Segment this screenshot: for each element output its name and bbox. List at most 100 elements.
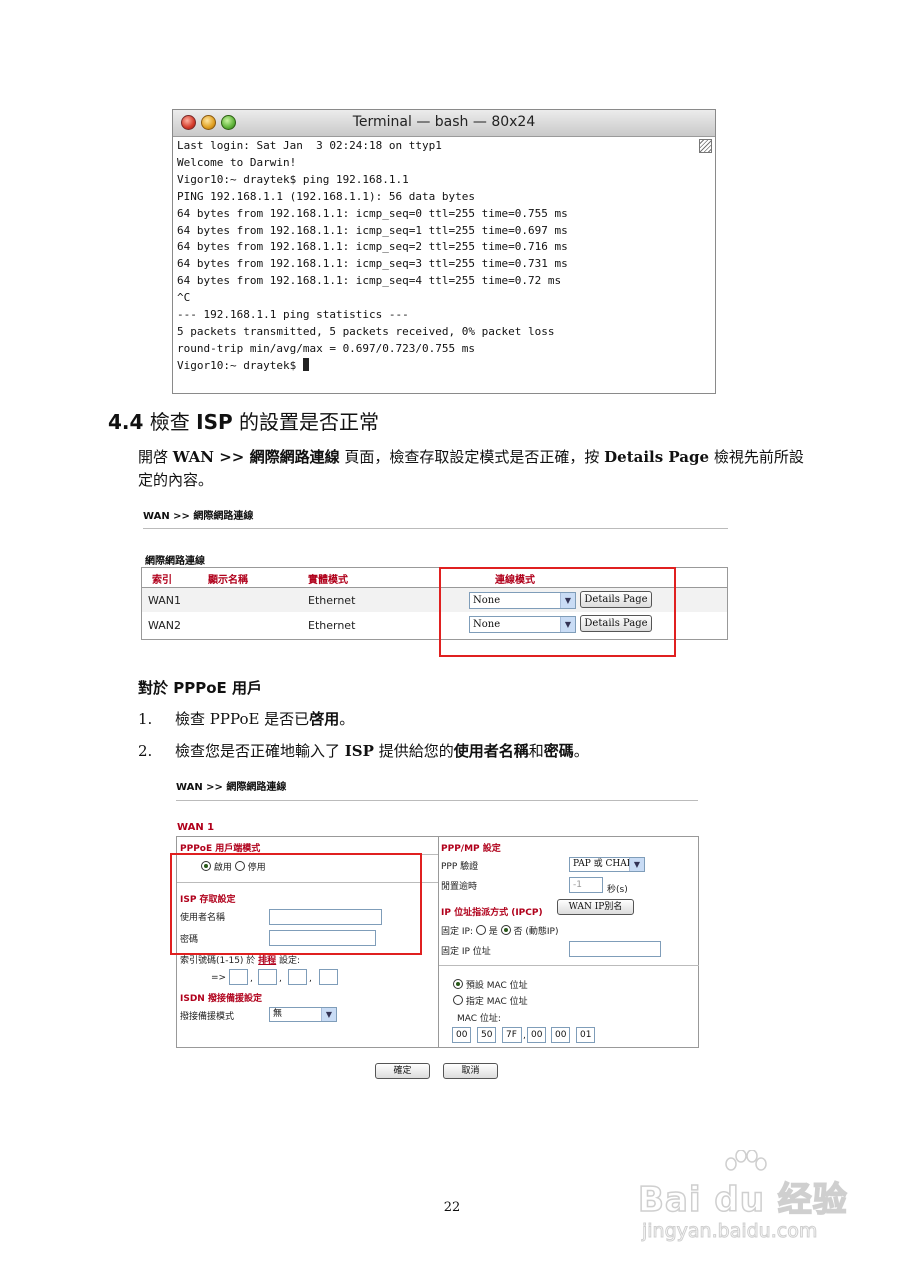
ok-button[interactable]: 確定 (375, 1063, 430, 1079)
mac-octet-input[interactable]: 00 (452, 1027, 471, 1043)
terminal-line: Vigor10:~ draytek$ ping 192.168.1.1 (177, 172, 409, 186)
terminal-line: Welcome to Darwin! (177, 155, 297, 169)
idle-timeout-input[interactable]: -1 (569, 877, 603, 893)
arrow-label: => (211, 973, 227, 983)
idle-timeout-label: 閒置逾時 (441, 882, 478, 892)
terminal-line: 64 bytes from 192.168.1.1: icmp_seq=4 tt… (177, 274, 562, 288)
section-number: 4.4 (108, 410, 144, 434)
row-mode: Ethernet (308, 594, 356, 607)
step-bold: 啓用 (309, 710, 340, 728)
row-index: WAN1 (148, 594, 182, 607)
radio-icon (453, 995, 463, 1005)
schedule-index-input-3[interactable] (288, 969, 307, 985)
fixed-ip-address-input[interactable] (569, 941, 661, 957)
radio-label: 指定 MAC 位址 (465, 997, 528, 1007)
text-cursor (302, 357, 309, 371)
default-mac-radio[interactable]: 預設 MAC 位址 (453, 978, 528, 991)
watermark-logo: Bai du 经验 (637, 1179, 848, 1221)
dynamic-label: (動態IP) (525, 927, 559, 937)
cancel-button[interactable]: 取消 (443, 1063, 498, 1079)
config-breadcrumb: WAN >> 網際網路連線 (176, 782, 287, 793)
section-paragraph: 開啓 WAN >> 網際網路連線 頁面，檢查存取設定模式是否正確，按 Detai… (138, 446, 806, 492)
mac-octet-input[interactable]: 00 (527, 1027, 546, 1043)
radio-label: 是 (488, 927, 498, 937)
step-number: 1. (138, 710, 153, 728)
heading-pppoe: PPPoE (173, 679, 227, 697)
highlight-box (170, 853, 422, 955)
terminal-line: 64 bytes from 192.168.1.1: icmp_seq=2 tt… (177, 240, 568, 254)
radio-selected-icon[interactable] (500, 925, 511, 935)
section-title-isp: ISP (196, 410, 233, 434)
step-text: 。 (573, 742, 589, 760)
terminal-line: 5 packets transmitted, 5 packets receive… (177, 324, 555, 338)
schedule-index-input-2[interactable] (258, 969, 277, 985)
para-wan-menu: WAN >> 網際網路連線 (172, 448, 340, 466)
comma: , (250, 974, 253, 984)
wan-breadcrumb: WAN >> 網際網路連線 (143, 511, 254, 522)
terminal-line: Last login: Sat Jan 3 02:24:18 on ttyp1 (177, 139, 442, 152)
terminal-line: --- 192.168.1.1 ping statistics --- (177, 308, 409, 322)
specify-mac-radio[interactable]: 指定 MAC 位址 (453, 994, 528, 1007)
pppoe-heading: 對於 PPPoE 用戶 (138, 677, 262, 698)
terminal-line: 64 bytes from 192.168.1.1: icmp_seq=0 tt… (177, 206, 568, 220)
mac-octet-input[interactable]: 50 (477, 1027, 496, 1043)
idle-unit: 秒(s) (607, 885, 628, 895)
terminal-prompt-line[interactable]: Vigor10:~ draytek$ (177, 357, 695, 375)
fixed-ip-label: 固定 IP: (441, 927, 473, 937)
heading-text: 對於 (138, 679, 174, 697)
step-bold: ISP (344, 742, 374, 760)
radio-label: 預設 MAC 位址 (465, 981, 528, 991)
isdn-title: ISDN 撥接備援設定 (180, 994, 262, 1004)
terminal-line: round-trip min/avg/max = 0.697/0.723/0.7… (177, 341, 476, 355)
terminal-line: 64 bytes from 192.168.1.1: icmp_seq=3 tt… (177, 257, 568, 271)
step-text: 檢查 PPPoE 是否已 (175, 710, 310, 728)
config-title: WAN 1 (177, 822, 215, 833)
column-divider (438, 837, 439, 1047)
mac-separator: , (523, 1031, 526, 1041)
select-value: PAP 或 CHAP (573, 859, 633, 869)
baidu-watermark: Bai du 经验 jingyan.baidu.com (637, 1150, 858, 1250)
step-text: 檢查您是否正確地輸入了 (175, 742, 345, 760)
header-physical-mode: 實體模式 (308, 575, 348, 586)
divider (143, 528, 728, 529)
para-text: 開啓 (138, 448, 173, 466)
resize-grip-icon[interactable] (699, 139, 712, 153)
divider (176, 800, 698, 801)
radio-label: 否 (513, 927, 523, 937)
step-text: 。 (339, 710, 355, 728)
step-bold: 密碼 (543, 742, 574, 760)
header-index: 索引 (152, 575, 172, 586)
fixed-ip-row: 固定 IP: 是 否 (動態IP) (441, 924, 559, 937)
mac-octet-input[interactable]: 7F (502, 1027, 522, 1043)
fixed-ip-address-label: 固定 IP 位址 (441, 947, 491, 957)
comma: , (279, 974, 282, 984)
ipcp-title: IP 位址指派方式 (IPCP) (441, 908, 543, 918)
section-title-post: 的設置是否正常 (232, 410, 380, 434)
isdn-mode-label: 撥接備援模式 (180, 1012, 235, 1022)
step-text: 和 (528, 742, 544, 760)
schedule-index-input-1[interactable] (229, 969, 248, 985)
schedule-index-input-4[interactable] (319, 969, 338, 985)
ppp-auth-select[interactable]: PAP 或 CHAP ▼ (569, 857, 645, 872)
terminal-output: Last login: Sat Jan 3 02:24:18 on ttyp1 W… (177, 138, 695, 391)
step-1: 1. 檢查 PPPoE 是否已啓用。 (138, 708, 354, 729)
radio-icon[interactable] (475, 925, 486, 935)
label-text: 設定: (276, 956, 301, 966)
mac-address-label: MAC 位址: (457, 1014, 501, 1024)
divider (439, 965, 699, 966)
wan-ip-alias-button[interactable]: WAN IP別名 (557, 899, 634, 915)
heading-text: 用戶 (226, 679, 263, 697)
wan-table-subtitle: 網際網路連線 (145, 556, 205, 567)
highlight-box (439, 567, 676, 657)
terminal-line: PING 192.168.1.1 (192.168.1.1): 56 data … (177, 189, 476, 203)
mac-octet-input[interactable]: 00 (551, 1027, 570, 1043)
terminal-titlebar: Terminal — bash — 80x24 (173, 110, 715, 137)
schedule-link[interactable]: 排程 (258, 956, 276, 966)
chevron-down-icon: ▼ (321, 1008, 336, 1021)
mac-octet-input[interactable]: 01 (576, 1027, 595, 1043)
terminal-line: ^C (177, 291, 191, 305)
terminal-line: 64 bytes from 192.168.1.1: icmp_seq=1 tt… (177, 223, 568, 237)
row-mode: Ethernet (308, 619, 356, 632)
isdn-mode-select[interactable]: 無 ▼ (269, 1007, 337, 1022)
header-name: 顯示名稱 (208, 575, 248, 586)
